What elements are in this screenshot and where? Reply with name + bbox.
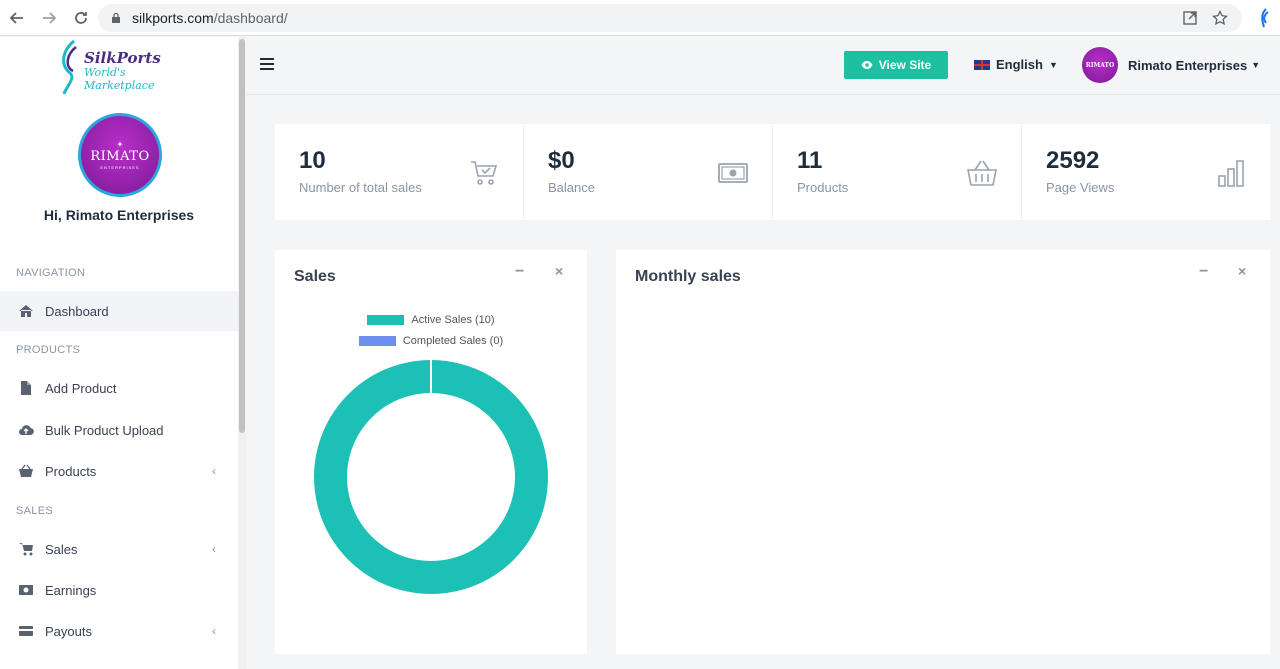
stats-row: 10 Number of total sales $0 Balance 11 P… <box>275 124 1270 220</box>
address-bar[interactable]: silkports.com/dashboard/ <box>98 4 1242 32</box>
sidebar-item-label: Payouts <box>45 623 92 639</box>
bar-chart-icon <box>1218 160 1244 187</box>
stat-value: 10 <box>299 147 326 174</box>
stat-value: 2592 <box>1046 147 1100 174</box>
legend-label: Completed Sales (0) <box>402 335 504 347</box>
lock-icon <box>112 12 120 23</box>
top-header: View Site English ▼ RIMATO Rimato Enterp… <box>246 37 1280 95</box>
stat-label: Balance <box>548 180 595 195</box>
sidebar-item-dashboard[interactable]: Dashboard <box>0 291 238 331</box>
silkports-logo[interactable]: SilkPorts World's Marketplace <box>52 39 192 97</box>
sidebar-item-bulk-upload[interactable]: Bulk Product Upload <box>0 410 238 450</box>
sales-donut-chart <box>313 360 548 594</box>
eye-icon <box>861 61 873 69</box>
bookmark-star-icon[interactable] <box>1212 10 1228 26</box>
card-icon <box>18 623 34 639</box>
section-products: PRODUCTS <box>16 344 81 356</box>
scrollbar-thumb[interactable] <box>239 39 245 433</box>
monthly-sales-panel: Monthly sales − × <box>616 250 1270 654</box>
section-sales: SALES <box>16 505 53 517</box>
close-icon[interactable]: × <box>1238 263 1246 279</box>
money-icon <box>18 582 34 598</box>
sales-panel-title: Sales <box>294 268 336 285</box>
browser-toolbar: silkports.com/dashboard/ <box>0 0 1280 36</box>
sales-panel: Sales − × Active Sales (10) Completed Sa… <box>275 250 587 654</box>
cloud-upload-icon <box>18 422 34 438</box>
caret-down-icon: ▼ <box>1251 60 1261 70</box>
cart-icon <box>18 541 34 557</box>
avatar-star-icon: ✦ <box>116 139 124 149</box>
legend-label: Active Sales (10) <box>411 314 495 326</box>
logo-tagline: World's Marketplace <box>84 66 155 92</box>
sidebar-item-label: Sales <box>45 541 78 557</box>
sidebar-item-payouts[interactable]: Payouts ‹ <box>0 611 238 651</box>
chevron-left-icon: ‹ <box>212 542 216 556</box>
url-path: /dashboard/ <box>213 10 288 26</box>
sidebar-item-add-product[interactable]: Add Product <box>0 368 238 408</box>
extension-icon[interactable] <box>1258 8 1272 28</box>
stat-page-views: 2592 Page Views <box>1022 124 1270 220</box>
user-avatar: RIMATO <box>1082 47 1118 83</box>
user-name: Rimato Enterprises <box>1128 57 1248 73</box>
logo-name: SilkPorts <box>84 49 161 67</box>
legend-item[interactable]: Completed Sales (0) <box>275 335 587 347</box>
close-icon[interactable]: × <box>555 263 563 279</box>
stat-total-sales: 10 Number of total sales <box>275 124 524 220</box>
user-menu[interactable]: RIMATO Rimato Enterprises ▼ <box>1082 47 1260 83</box>
stat-balance: $0 Balance <box>524 124 773 220</box>
sidebar-item-earnings[interactable]: Earnings <box>0 570 238 610</box>
forward-icon[interactable] <box>38 7 60 29</box>
greeting: Hi, Rimato Enterprises <box>43 207 195 223</box>
sidebar-item-partial[interactable] <box>0 661 238 669</box>
language-label: English <box>996 57 1043 72</box>
stat-label: Number of total sales <box>299 180 422 195</box>
stat-products: 11 Products <box>773 124 1022 220</box>
sidebar: SilkPorts World's Marketplace ✦ RIMATO E… <box>0 37 238 669</box>
minimize-icon[interactable]: − <box>515 263 524 281</box>
chevron-left-icon: ‹ <box>212 464 216 478</box>
profile-avatar[interactable]: ✦ RIMATO ENTERPRISES <box>78 113 162 197</box>
cart-check-icon <box>471 161 498 185</box>
sidebar-scrollbar[interactable] <box>238 37 246 669</box>
uk-flag-icon <box>974 59 990 70</box>
stat-label: Page Views <box>1046 180 1115 195</box>
legend-item[interactable]: Active Sales (10) <box>275 314 587 326</box>
reload-icon[interactable] <box>70 7 92 29</box>
sidebar-item-label: Bulk Product Upload <box>45 422 164 438</box>
home-icon <box>18 303 34 319</box>
basket-icon <box>18 463 34 479</box>
caret-down-icon: ▼ <box>1048 59 1058 70</box>
legend-swatch <box>358 336 396 346</box>
donut-slice[interactable] <box>313 360 548 594</box>
basket-icon <box>967 160 997 186</box>
view-site-label: View Site <box>878 58 932 72</box>
sidebar-item-label: Dashboard <box>45 303 109 319</box>
sidebar-item-label: Earnings <box>45 582 97 598</box>
stat-label: Products <box>797 180 849 195</box>
money-icon <box>718 163 748 183</box>
chevron-left-icon: ‹ <box>212 624 216 638</box>
open-external-icon[interactable] <box>1182 10 1198 26</box>
stat-value: 11 <box>797 147 823 174</box>
sidebar-item-sales[interactable]: Sales ‹ <box>0 529 238 569</box>
legend-swatch <box>367 315 405 325</box>
minimize-icon[interactable]: − <box>1199 263 1208 281</box>
url-host: silkports.com <box>132 10 214 26</box>
stat-value: $0 <box>548 147 575 174</box>
monthly-panel-title: Monthly sales <box>635 268 741 285</box>
section-navigation: NAVIGATION <box>16 267 86 279</box>
sidebar-item-label: Products <box>45 463 97 479</box>
sidebar-item-label: Add Product <box>45 380 117 396</box>
sidebar-item-products[interactable]: Products ‹ <box>0 451 238 491</box>
avatar-sub-text: ENTERPRISES <box>100 164 140 170</box>
menu-toggle-icon[interactable] <box>260 58 274 72</box>
language-selector[interactable]: English ▼ <box>974 57 1058 72</box>
back-icon[interactable] <box>6 7 28 29</box>
avatar-brand-text: RIMATO <box>90 148 150 164</box>
view-site-button[interactable]: View Site <box>844 51 948 79</box>
file-icon <box>18 380 34 396</box>
